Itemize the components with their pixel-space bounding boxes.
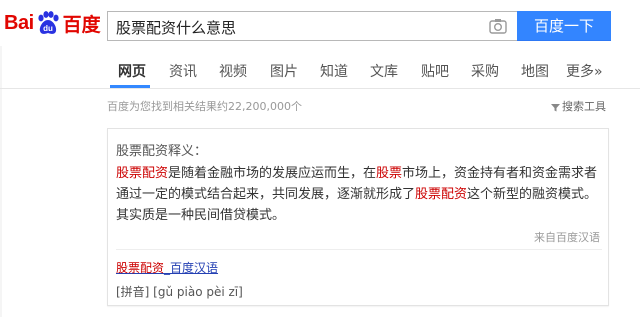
tab-wenku[interactable]: 文库 [370,61,398,81]
camera-icon[interactable] [489,18,507,34]
link-rest: _百度汉语 [164,261,219,275]
dictionary-link[interactable]: 股票配资_百度汉语 [116,259,218,276]
tab-images[interactable]: 图片 [270,61,298,81]
active-tab-indicator [110,85,150,88]
search-button[interactable]: 百度一下 [517,11,611,41]
svg-text:du: du [43,24,53,33]
tab-more[interactable]: 更多» [566,61,603,81]
tab-tieba[interactable]: 贴吧 [421,61,449,81]
tab-caigou[interactable]: 采购 [471,61,499,81]
body-highlight: 股票配资 [415,187,468,202]
search-query-text: 股票配资什么意思 [116,19,237,37]
definition-card: 股票配资释义： 股票配资是随着金融市场的发展应运而生，在股票市场上，资金持有者和… [107,128,609,306]
card-title: 股票配资释义： [116,144,208,159]
filter-icon [551,102,560,111]
tab-zhidao[interactable]: 知道 [320,61,348,81]
result-count: 百度为您找到相关结果约22,200,000个 [107,100,302,113]
body-highlight: 股票 [376,166,403,181]
body-highlight: 股票配资 [116,166,169,181]
search-input[interactable]: 股票配资什么意思 [107,11,517,41]
card-source: 来自百度汉语 [534,231,600,244]
baidu-logo[interactable]: Bai du 百度 [4,8,101,38]
logo-bai-text: Bai [4,11,34,34]
tab-map[interactable]: 地图 [521,61,549,81]
link-highlight: 股票配资 [116,261,165,275]
header: Bai du 百度 股票配资什么意思 百度一下 [0,0,640,46]
card-divider [116,249,602,250]
pinyin-text: [拼音] [gǔ piào pèi zī] [116,285,243,299]
search-tools-label: 搜索工具 [562,100,606,113]
tab-video[interactable]: 视频 [219,61,247,81]
body-text: 是随着金融市场的发展应运而生，在 [168,166,377,181]
tab-news[interactable]: 资讯 [169,61,197,81]
tab-web[interactable]: 网页 [118,61,146,81]
search-nav: 网页 资讯 视频 图片 知道 文库 贴吧 采购 地图 更多» [0,52,640,89]
paw-icon: du [35,10,61,36]
logo-cn-text: 百度 [62,13,101,36]
card-body: 股票配资是随着金融市场的发展应运而生，在股票市场上，资金持有者和资金需求者通过一… [116,163,602,226]
search-tools-button[interactable]: 搜索工具 [551,98,606,114]
